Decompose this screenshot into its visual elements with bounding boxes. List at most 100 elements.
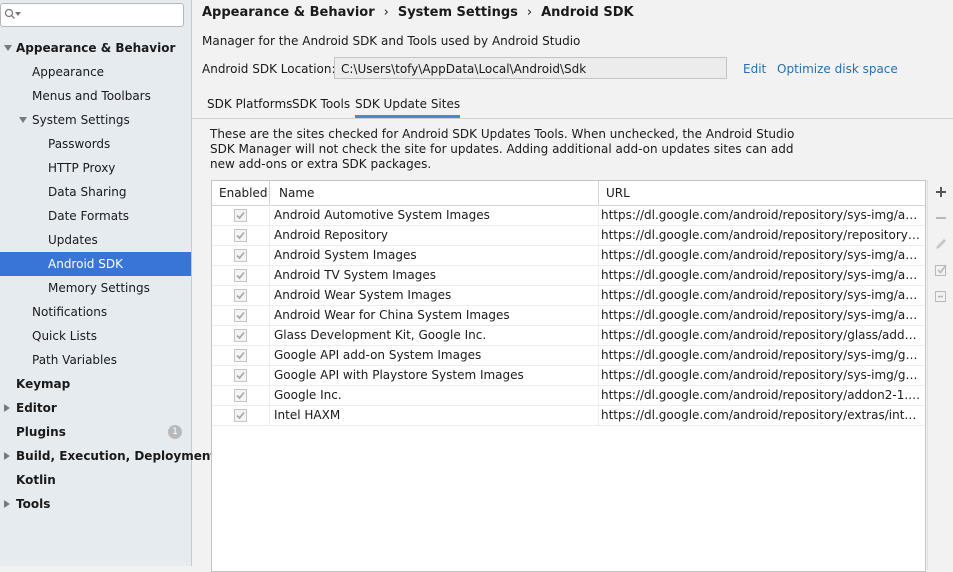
search-input[interactable] [0,3,184,27]
site-url: https://dl.google.com/android/repository… [601,228,921,242]
column-header-url[interactable]: URL [606,186,630,200]
enabled-checkbox[interactable] [234,409,247,422]
site-url: https://dl.google.com/android/repository… [601,368,921,382]
sidebar-item-label: HTTP Proxy [48,161,116,175]
column-divider [269,181,270,205]
update-sites-description: These are the sites checked for Android … [210,127,795,171]
enabled-checkbox[interactable] [234,309,247,322]
expand-right-icon[interactable] [4,404,10,412]
sidebar-item[interactable]: Android SDK [0,252,191,276]
sidebar-item[interactable]: Date Formats [0,204,191,228]
sidebar-item[interactable]: Notifications [0,300,191,324]
table-row[interactable]: Google API with Playstore System Images h… [212,365,925,386]
sidebar-item[interactable]: HTTP Proxy [0,156,191,180]
checkmark-icon [236,271,245,280]
sidebar-item[interactable]: Keymap [0,372,191,396]
breadcrumb-separator: › [383,5,389,20]
enabled-checkbox[interactable] [234,389,247,402]
table-row[interactable]: Android System Images https://dl.google.c… [212,245,925,266]
deselect-icon[interactable] [932,287,950,305]
column-divider [598,181,599,205]
column-divider [598,205,599,425]
sidebar-item[interactable]: Path Variables [0,348,191,372]
table-row[interactable]: Android Wear System Images https://dl.goo… [212,285,925,306]
column-header-enabled[interactable]: Enabled [219,186,268,200]
table-row[interactable]: Android TV System Images https://dl.googl… [212,265,925,286]
table-row[interactable]: Intel HAXM https://dl.google.com/android/… [212,405,925,426]
table-row[interactable]: Google API add-on System Images https://d… [212,345,925,366]
sidebar-item[interactable]: Build, Execution, Deployment [0,444,216,468]
sidebar-item-label: Data Sharing [48,185,127,199]
table-row[interactable]: Android Automotive System Images https://… [212,205,925,226]
checkmark-icon [236,311,245,320]
tab-sdk-update-sites[interactable]: SDK Update Sites [355,97,461,118]
tab-sdk-platforms[interactable]: SDK Platforms [207,97,292,111]
site-url: https://dl.google.com/android/repository… [601,308,921,322]
sidebar-item-label: Path Variables [32,353,118,367]
enabled-checkbox[interactable] [234,269,247,282]
sidebar-item[interactable]: Plugins 1 [0,420,191,444]
site-name: Android Wear for China System Images [274,308,510,322]
expand-right-icon[interactable] [4,500,10,508]
site-url: https://dl.google.com/android/repository… [601,208,921,222]
site-name: Android Repository [274,228,389,242]
sidebar-item[interactable]: Editor [0,396,191,420]
sidebar-item-label: Editor [16,401,57,415]
breadcrumb: Appearance & Behavior › System Settings › An… [202,5,634,20]
optimize-disk-space-link[interactable]: Optimize disk space [777,62,898,76]
enabled-checkbox[interactable] [234,289,247,302]
enabled-checkbox[interactable] [234,349,247,362]
enabled-checkbox[interactable] [234,329,247,342]
enabled-checkbox[interactable] [234,369,247,382]
sidebar-item[interactable]: System Settings [0,108,191,132]
sidebar-item-label: Menus and Toolbars [32,89,151,103]
tab-sdk-tools[interactable]: SDK Tools [292,97,350,111]
expand-right-icon[interactable] [4,452,10,460]
count-badge: 1 [168,425,182,439]
sidebar-item[interactable]: Data Sharing [0,180,191,204]
checkmark-icon [236,251,245,260]
site-url: https://dl.google.com/android/repository… [601,348,921,362]
enabled-checkbox[interactable] [234,249,247,262]
sidebar-item[interactable]: Passwords [0,132,191,156]
site-name: Google API add-on System Images [274,348,482,362]
enabled-checkbox[interactable] [234,209,247,222]
sidebar-item[interactable]: Kotlin [0,468,191,492]
sidebar-item[interactable]: Memory Settings [0,276,191,300]
edit-icon[interactable] [932,235,950,253]
checkmark-icon [236,291,245,300]
add-icon[interactable] [932,183,950,201]
checkmark-icon [236,411,245,420]
page-description: Manager for the Android SDK and Tools us… [202,34,581,48]
breadcrumb-part: System Settings [397,5,518,20]
sidebar-item[interactable]: Quick Lists [0,324,191,348]
sidebar-item-label: Memory Settings [48,281,150,295]
sidebar-item[interactable]: Appearance & Behavior [0,36,191,60]
checkmark-icon [236,351,245,360]
sidebar-item-label: Passwords [48,137,111,151]
remove-icon[interactable] [932,209,950,227]
sidebar-item-label: System Settings [32,113,130,127]
sidebar-item[interactable]: Menus and Toolbars [0,84,191,108]
sidebar-item-label: Quick Lists [32,329,97,343]
breadcrumb-part: Appearance & Behavior [202,5,375,20]
tab-divider [192,118,953,119]
edit-link[interactable]: Edit [743,62,766,76]
select-all-icon[interactable] [932,261,950,279]
sidebar-item[interactable]: Appearance [0,60,191,84]
sdk-location-field[interactable]: C:\Users\tofy\AppData\Local\Android\Sdk [334,57,727,79]
sidebar-item-label: Android SDK [48,257,123,271]
expand-down-icon[interactable] [4,45,12,51]
table-row[interactable]: Google Inc. https://dl.google.com/android… [212,385,925,406]
site-url: https://dl.google.com/android/repository… [601,268,921,282]
sidebar-item[interactable]: Updates [0,228,191,252]
table-row[interactable]: Glass Development Kit, Google Inc. https:… [212,325,925,346]
expand-down-icon[interactable] [19,117,27,123]
sidebar-item[interactable]: Tools [0,492,191,516]
enabled-checkbox[interactable] [234,229,247,242]
site-name: Google API with Playstore System Images [274,368,524,382]
column-header-name[interactable]: Name [279,186,314,200]
table-row[interactable]: Android Repository https://dl.google.com/… [212,225,925,246]
table-row[interactable]: Android Wear for China System Images http… [212,305,925,326]
sidebar-item-label: Updates [48,233,98,247]
